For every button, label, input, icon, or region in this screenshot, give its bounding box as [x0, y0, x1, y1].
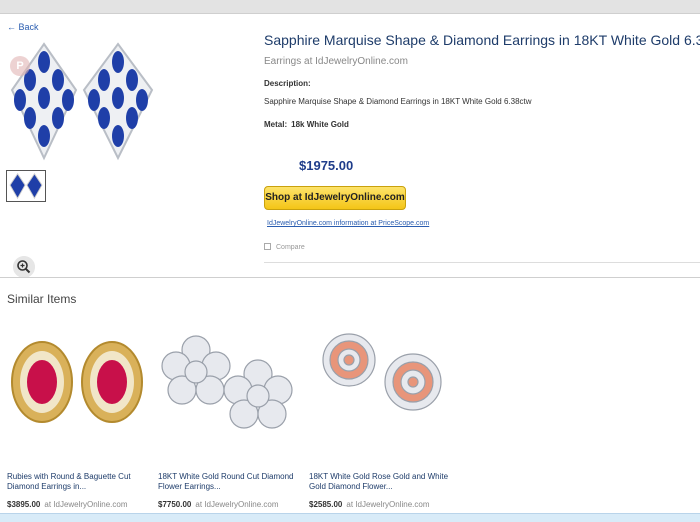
- similar-item-image[interactable]: [158, 320, 298, 455]
- metal-label: Metal:: [264, 120, 288, 129]
- similar-item-price: $3895.00: [7, 500, 41, 509]
- compare-option[interactable]: Compare: [264, 243, 305, 251]
- similar-item-image[interactable]: [309, 320, 449, 455]
- zoom-in-icon[interactable]: [13, 256, 35, 278]
- similar-item-image[interactable]: [7, 320, 147, 455]
- similar-item-price: $2585.00: [309, 500, 343, 509]
- similar-item[interactable]: Rubies with Round & Baguette Cut Diamond…: [7, 320, 147, 509]
- earring-right: [82, 42, 154, 161]
- similar-item[interactable]: 18KT White Gold Rose Gold and White Gold…: [309, 320, 449, 509]
- similar-item-name[interactable]: 18KT White Gold Rose Gold and White Gold…: [309, 472, 449, 492]
- similar-item-store: at IdJewelryOnline.com: [44, 500, 128, 509]
- product-subtitle: Earrings at IdJewelryOnline.com: [264, 56, 408, 67]
- similar-item-name[interactable]: 18KT White Gold Round Cut Diamond Flower…: [158, 472, 298, 492]
- similar-item-price-row: $3895.00 at IdJewelryOnline.com: [7, 500, 128, 509]
- product-title: Sapphire Marquise Shape & Diamond Earrin…: [264, 32, 700, 48]
- metal-value: 18k White Gold: [291, 120, 349, 129]
- bottom-bar: [0, 513, 700, 522]
- similar-item-price-row: $2585.00 at IdJewelryOnline.com: [309, 500, 430, 509]
- description-heading: Description:: [264, 79, 311, 88]
- compare-checkbox[interactable]: [264, 243, 271, 250]
- similar-item-name[interactable]: Rubies with Round & Baguette Cut Diamond…: [7, 472, 147, 492]
- similar-item-store: at IdJewelryOnline.com: [346, 500, 430, 509]
- pricescope-link[interactable]: IdJewelryOnline.com information at Price…: [267, 220, 429, 227]
- metal-row: Metal: 18k White Gold: [264, 120, 349, 129]
- description-text: Sapphire Marquise Shape & Diamond Earrin…: [264, 97, 532, 106]
- similar-item-store: at IdJewelryOnline.com: [195, 500, 279, 509]
- similar-item-price-row: $7750.00 at IdJewelryOnline.com: [158, 500, 279, 509]
- divider: [0, 277, 700, 278]
- shop-button[interactable]: Shop at IdJewelryOnline.com: [264, 186, 406, 210]
- pinterest-icon[interactable]: P: [10, 56, 30, 76]
- product-thumbnail[interactable]: [6, 170, 46, 202]
- browser-top-bar: [0, 0, 700, 14]
- divider: [264, 262, 700, 263]
- similar-item[interactable]: 18KT White Gold Round Cut Diamond Flower…: [158, 320, 298, 509]
- compare-label: Compare: [276, 244, 305, 251]
- similar-items-heading: Similar Items: [7, 292, 77, 306]
- similar-item-price: $7750.00: [158, 500, 192, 509]
- back-link[interactable]: ← Back: [7, 22, 39, 32]
- product-price: $1975.00: [299, 158, 354, 173]
- product-main-image: [10, 42, 154, 161]
